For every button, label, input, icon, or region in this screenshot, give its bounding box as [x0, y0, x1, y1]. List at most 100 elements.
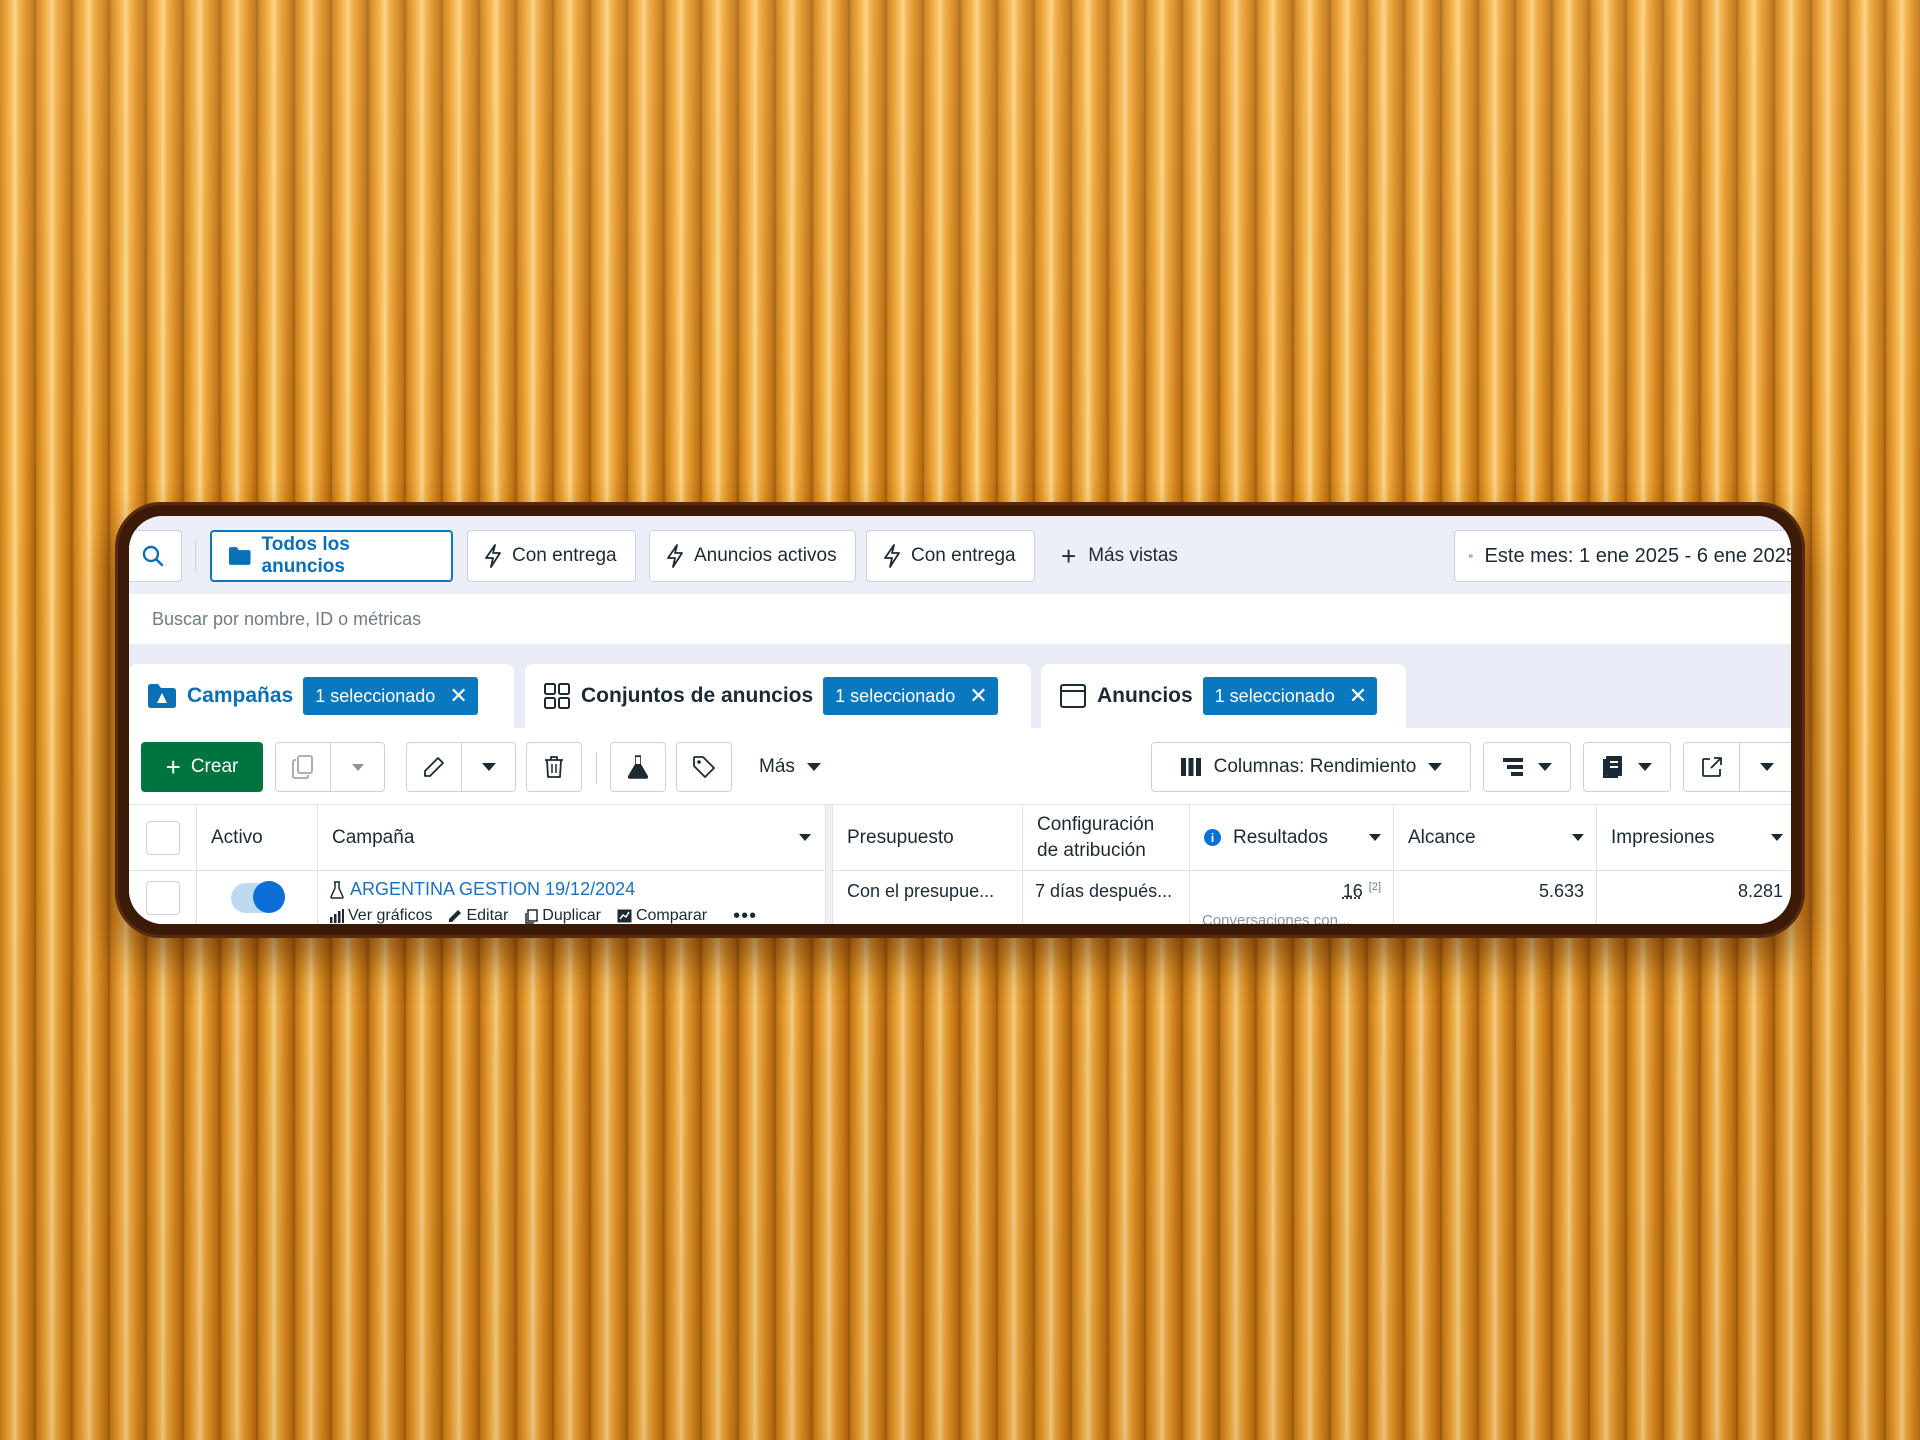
- pencil-icon: [424, 757, 445, 777]
- duplicate-action[interactable]: Duplicar: [524, 907, 601, 924]
- duplicate-dropdown[interactable]: [330, 743, 384, 791]
- edit-action[interactable]: Editar: [448, 907, 508, 924]
- search-button[interactable]: [129, 530, 182, 582]
- selection-badge[interactable]: 1 seleccionado ✕: [303, 677, 478, 715]
- campaign-name-link[interactable]: ARGENTINA GESTION 19/12/2024: [350, 879, 635, 900]
- sort-icon[interactable]: [1369, 834, 1381, 841]
- search-input[interactable]: Buscar por nombre, ID o métricas: [129, 594, 1791, 644]
- plus-icon: +: [165, 752, 181, 782]
- attribution-cell: 7 días después...: [1023, 871, 1190, 924]
- toggle-knob: [253, 881, 285, 913]
- edit-button[interactable]: [407, 743, 461, 791]
- more-views-button[interactable]: + Más vistas: [1061, 530, 1178, 582]
- view-charts-action[interactable]: Ver gráficos: [330, 907, 432, 924]
- close-icon[interactable]: ✕: [1349, 685, 1367, 707]
- reports-dropdown[interactable]: [1583, 742, 1671, 792]
- edit-split-button[interactable]: [406, 742, 516, 792]
- flask-icon: [627, 755, 649, 779]
- view-label: Con entrega: [512, 545, 617, 566]
- tab-ad-sets[interactable]: Conjuntos de anuncios 1 seleccionado ✕: [525, 664, 1031, 728]
- columns-icon: [1180, 758, 1201, 776]
- external-link-icon: [1701, 757, 1722, 777]
- tag-icon: [693, 756, 715, 778]
- action-toolbar: + Crear Más Columnas: Rendimiento: [129, 728, 1791, 804]
- bar-chart-icon: [330, 909, 344, 923]
- create-label: Crear: [190, 756, 239, 777]
- row-checkbox[interactable]: [145, 881, 180, 915]
- tab-label: Anuncios: [1097, 684, 1193, 707]
- divider: [195, 540, 196, 572]
- view-label: Anuncios activos: [694, 545, 837, 566]
- duplicate-split-button[interactable]: [275, 742, 385, 792]
- selection-badge[interactable]: 1 seleccionado ✕: [823, 677, 998, 715]
- results-type: Conversaciones con...: [1202, 912, 1351, 924]
- action-label: Ver gráficos: [348, 907, 433, 924]
- copy-icon: [292, 755, 314, 779]
- header-label-line1: Configuración: [1037, 813, 1155, 835]
- divider: [596, 752, 597, 784]
- columns-dropdown[interactable]: Columnas: Rendimiento: [1151, 742, 1471, 792]
- create-button[interactable]: + Crear: [141, 742, 263, 792]
- more-options-icon[interactable]: •••: [733, 906, 757, 924]
- ab-test-button[interactable]: [610, 742, 666, 792]
- column-header-budget[interactable]: Presupuesto: [833, 805, 1023, 871]
- impressions-cell: 8.281: [1597, 871, 1791, 924]
- selection-badge[interactable]: 1 seleccionado ✕: [1202, 677, 1378, 715]
- export-split-button[interactable]: [1683, 742, 1791, 792]
- chevron-down-icon: [1428, 763, 1443, 771]
- calendar-icon: [1469, 554, 1473, 558]
- export-dropdown[interactable]: [1739, 743, 1791, 791]
- compare-action[interactable]: Comparar: [617, 907, 707, 924]
- delete-button[interactable]: [526, 742, 582, 792]
- tag-button[interactable]: [676, 742, 732, 792]
- header-label: Activo: [211, 826, 263, 848]
- sort-icon[interactable]: [1572, 834, 1584, 841]
- active-toggle[interactable]: [231, 881, 285, 913]
- close-icon[interactable]: ✕: [449, 685, 467, 707]
- action-label: Editar: [466, 907, 509, 924]
- tab-ads[interactable]: Anuncios 1 seleccionado ✕: [1041, 664, 1406, 728]
- ads-manager-screen: Todos los anuncios Con entrega Anuncios …: [129, 516, 1791, 924]
- frozen-column-divider: [826, 805, 833, 924]
- duplicate-button[interactable]: [276, 743, 330, 791]
- columns-label: Columnas: Rendimiento: [1213, 756, 1417, 777]
- more-actions-button[interactable]: Más: [759, 742, 821, 792]
- column-header-attribution[interactable]: Configuración de atribución: [1023, 805, 1190, 871]
- plus-icon: +: [1061, 541, 1077, 571]
- sort-icon[interactable]: [1771, 834, 1783, 841]
- flask-icon: [330, 880, 344, 899]
- chevron-down-icon: [1760, 763, 1775, 771]
- copy-icon: [525, 908, 539, 924]
- select-all-checkbox[interactable]: [145, 820, 180, 855]
- date-range-picker[interactable]: Este mes: 1 ene 2025 - 6 ene 2025: [1454, 530, 1791, 582]
- table-row: ARGENTINA GESTION 19/12/2024 Ver gráfico…: [318, 871, 826, 924]
- edit-dropdown[interactable]: [461, 743, 515, 791]
- column-header-results[interactable]: i Resultados: [1190, 805, 1394, 871]
- folder-icon: [228, 547, 251, 565]
- badge-label: 1 seleccionado: [1214, 685, 1335, 706]
- row-actions: Ver gráficos Editar Duplicar Comparar ••…: [330, 906, 825, 924]
- info-icon[interactable]: i: [1204, 829, 1221, 846]
- results-value[interactable]: 16: [1343, 881, 1363, 902]
- column-header-active[interactable]: Activo: [197, 805, 318, 871]
- export-button[interactable]: [1684, 743, 1739, 791]
- chevron-down-icon: [481, 763, 496, 771]
- view-todos-los-anuncios[interactable]: Todos los anuncios: [210, 530, 453, 582]
- close-icon[interactable]: ✕: [969, 685, 987, 707]
- select-all-header: [129, 805, 197, 871]
- column-header-campaign[interactable]: Campaña: [318, 805, 826, 871]
- budget-cell: Con el presupue...: [833, 871, 1023, 924]
- trash-icon: [545, 756, 563, 778]
- breakdown-dropdown[interactable]: [1483, 742, 1571, 792]
- view-con-entrega[interactable]: Con entrega: [467, 530, 636, 582]
- view-anuncios-activos[interactable]: Anuncios activos: [649, 530, 856, 582]
- view-label: Con entrega: [911, 545, 1016, 566]
- tab-campaigns[interactable]: Campañas 1 seleccionado ✕: [129, 664, 514, 728]
- view-con-entrega-2[interactable]: Con entrega: [866, 530, 1035, 582]
- results-footnote: [2]: [1368, 881, 1381, 893]
- column-header-reach[interactable]: Alcance: [1394, 805, 1597, 871]
- sort-icon[interactable]: [799, 834, 811, 841]
- column-header-impressions[interactable]: Impresiones: [1597, 805, 1791, 871]
- badge-label: 1 seleccionado: [835, 685, 956, 706]
- date-range-label: Este mes: 1 ene 2025 - 6 ene 2025: [1484, 544, 1791, 567]
